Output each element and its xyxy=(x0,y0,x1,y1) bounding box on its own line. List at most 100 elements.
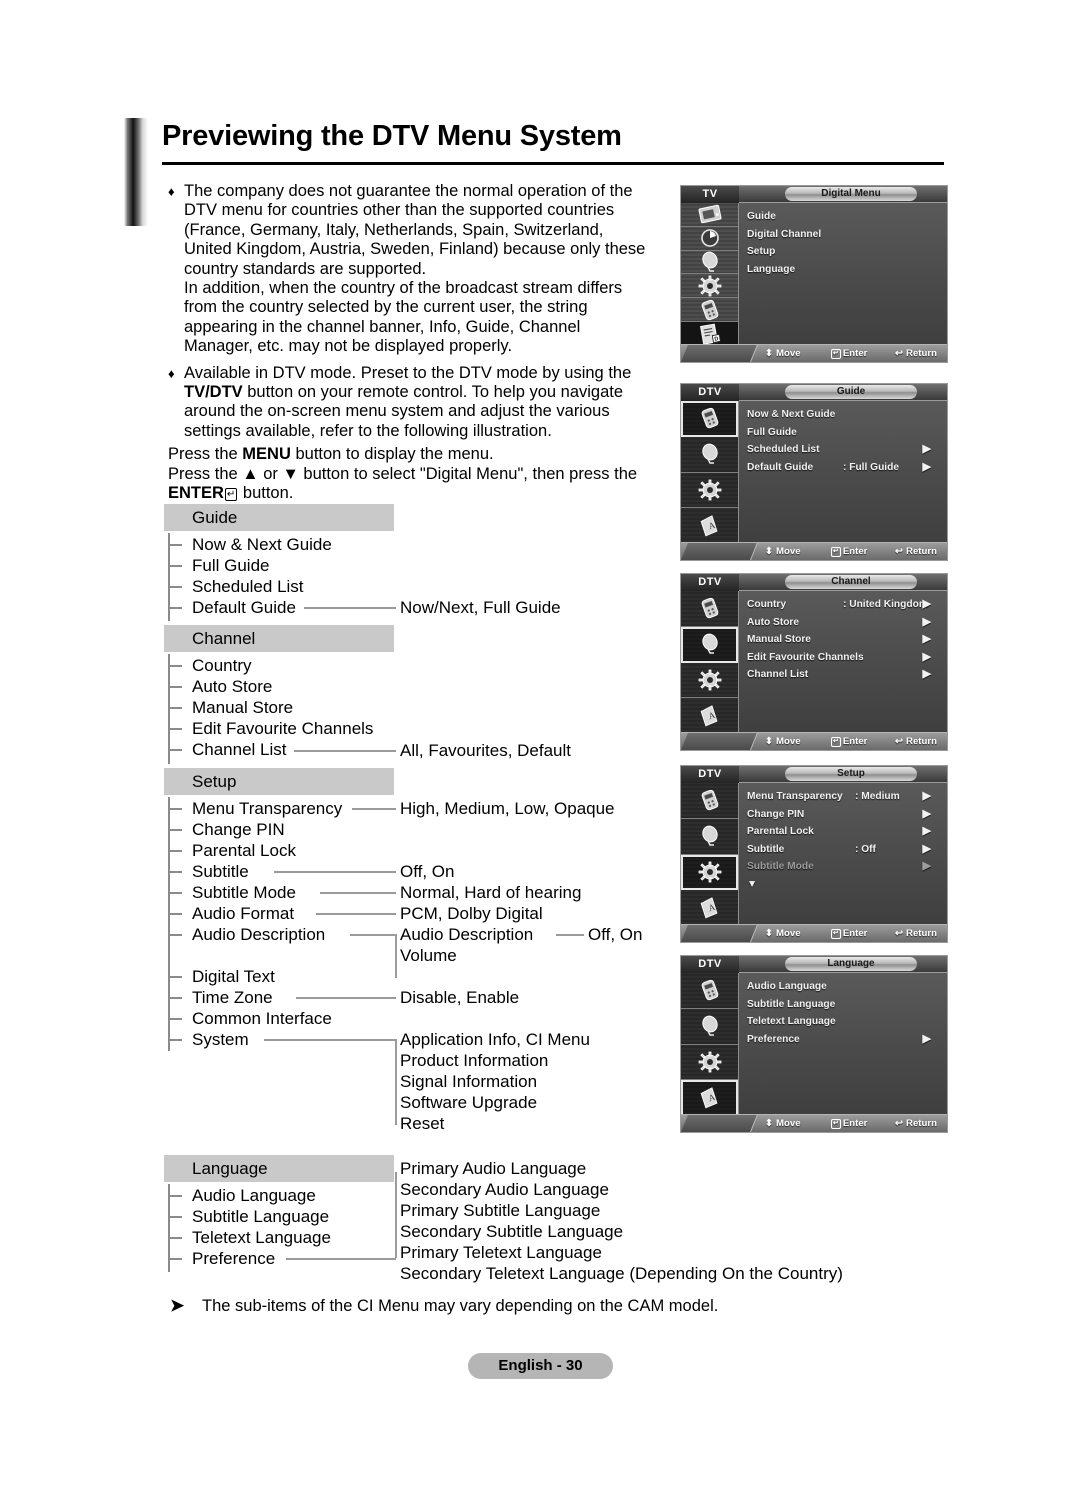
osd-title: Language xyxy=(785,957,917,971)
osd-menu-item[interactable]: ▼ xyxy=(747,876,941,894)
branch-tick xyxy=(168,1039,182,1041)
tree-sub-preference: Primary Subtitle Language xyxy=(400,1201,601,1220)
tree-leaf-label: Menu Transparency xyxy=(192,799,343,818)
osd-hint-enter-label: Enter xyxy=(842,1118,868,1129)
tree-sub-preference: Primary Teletext Language xyxy=(400,1243,602,1262)
osd-menu-item[interactable]: Guide xyxy=(747,208,941,226)
enter-key-icon: ↵ xyxy=(831,349,841,359)
osd-menu-item[interactable]: Country: United Kingdom ▶ xyxy=(747,596,941,614)
audio-description-sub-spine xyxy=(395,934,397,978)
chevron-right-icon[interactable]: ▶ xyxy=(923,1031,931,1049)
chevron-right-icon[interactable]: ▶ xyxy=(923,441,931,459)
tree-value-digital-text: Disable, Enable xyxy=(400,988,520,1007)
remote-icon[interactable] xyxy=(681,783,738,819)
lang-icon[interactable]: A xyxy=(681,890,738,926)
osd-menu-item-label: Language xyxy=(747,263,796,275)
osd-menu-item[interactable]: Subtitle: Off ▶ xyxy=(747,841,941,859)
remote-icon[interactable] xyxy=(681,401,738,437)
chevron-right-icon[interactable]: ▶ xyxy=(923,631,931,649)
osd-menu-item[interactable]: Subtitle Language xyxy=(747,996,941,1014)
lang-icon[interactable]: A xyxy=(681,1080,738,1116)
gear-icon[interactable] xyxy=(681,1045,738,1081)
tree-leaf-label: Audio Language xyxy=(192,1186,316,1205)
osd-menu-item[interactable]: Change PIN ▶ xyxy=(747,806,941,824)
remote-icon[interactable] xyxy=(681,591,738,627)
branch-tick xyxy=(168,1237,182,1239)
dish-icon[interactable] xyxy=(681,437,738,473)
osd-menu-item[interactable]: Full Guide xyxy=(747,424,941,442)
dish-icon[interactable] xyxy=(681,1009,738,1045)
gear-icon[interactable] xyxy=(681,854,738,891)
osd-screen-digital-menu: TV Digital Menu D Guide Digital Channel Setup… xyxy=(680,185,948,363)
osd-hint-enter-label: Enter xyxy=(842,928,868,939)
tree-sub-preference: Primary Audio Language xyxy=(400,1159,587,1178)
osd-menu-item[interactable]: Setup xyxy=(747,243,941,261)
osd-hint-return: ↩ Return xyxy=(895,543,937,560)
chevron-right-icon[interactable]: ▶ xyxy=(923,649,931,667)
chevron-right-icon[interactable]: ▶ xyxy=(923,806,931,824)
bullet-paragraph-2: ♦ Available in DTV mode. Preset to the D… xyxy=(168,364,668,442)
osd-menu-item[interactable]: Teletext Language xyxy=(747,1013,941,1031)
enter-key-icon: ↵ xyxy=(831,737,841,747)
chevron-right-icon[interactable]: ▶ xyxy=(923,788,931,806)
osd-menu-item[interactable]: Auto Store ▶ xyxy=(747,614,941,632)
osd-menu-item[interactable]: Edit Favourite Channels ▶ xyxy=(747,649,941,667)
tree-leaf-label: System xyxy=(192,1030,249,1049)
clock-icon[interactable] xyxy=(681,227,738,251)
osd-menu-item[interactable]: Digital Channel xyxy=(747,226,941,244)
tv-icon[interactable] xyxy=(681,203,738,227)
osd-menu-item[interactable]: Channel List ▶ xyxy=(747,666,941,684)
osd-menu-item[interactable]: Preference ▶ xyxy=(747,1031,941,1049)
intro-line: country standards are supported. xyxy=(184,259,427,278)
chevron-right-icon[interactable]: ▶ xyxy=(923,596,931,614)
osd-menu-item[interactable]: Scheduled List ▶ xyxy=(747,441,941,459)
osd-mode-label: DTV xyxy=(681,384,739,401)
gear-icon[interactable] xyxy=(681,274,738,299)
preference-sub-spine xyxy=(395,1172,397,1258)
osd-bottom-notch xyxy=(681,1115,758,1132)
tree-connector xyxy=(304,607,396,609)
intro-line: TV/DTV button on your remote control. To… xyxy=(184,383,668,402)
lang-icon[interactable]: A xyxy=(681,698,738,734)
osd-menu-item-label: Manual Store xyxy=(747,634,811,645)
chevron-right-icon[interactable]: ▶ xyxy=(923,823,931,841)
lang-icon[interactable]: A xyxy=(681,508,738,544)
osd-menu-item-label: Parental Lock xyxy=(747,826,814,837)
chevron-right-icon[interactable]: ▶ xyxy=(923,858,931,876)
doc-icon[interactable]: D xyxy=(681,322,738,346)
remote-icon[interactable] xyxy=(681,973,738,1009)
dish-icon[interactable] xyxy=(681,626,738,663)
chevron-right-icon[interactable]: ▶ xyxy=(923,459,931,477)
tree-sub-preference: Secondary Subtitle Language xyxy=(400,1222,624,1241)
instruction-line-2: Press the ▲ or ▼ button to select "Digit… xyxy=(168,465,668,484)
remote-icon[interactable] xyxy=(681,298,738,323)
osd-title: Digital Menu xyxy=(785,187,917,201)
osd-menu-item[interactable]: Now & Next Guide xyxy=(747,406,941,424)
osd-hint-move-label: Move xyxy=(776,736,801,747)
osd-bottom-bar: ⬍ Move ↵ Enter ↩ Return xyxy=(681,542,947,560)
osd-menu-item-value: : Full Guide xyxy=(843,461,900,473)
osd-menu-item[interactable]: Audio Language xyxy=(747,978,941,996)
osd-menu-item[interactable]: Subtitle Mode ▶ xyxy=(747,858,941,876)
chevron-right-icon[interactable]: ▶ xyxy=(923,614,931,632)
osd-menu-item-label: ▼ xyxy=(747,878,758,890)
chevron-right-icon[interactable]: ▶ xyxy=(923,841,931,859)
osd-menu-item[interactable]: Manual Store ▶ xyxy=(747,631,941,649)
tree-sub-volume: Volume xyxy=(400,946,457,965)
gear-icon[interactable] xyxy=(681,473,738,509)
system-sub-spine xyxy=(395,1039,397,1125)
bullet-paragraph-1: ♦ The company does not guarantee the nor… xyxy=(168,182,668,357)
dish-icon[interactable] xyxy=(681,251,738,275)
chevron-right-icon[interactable]: ▶ xyxy=(923,666,931,684)
osd-menu-item[interactable]: Menu Transparency: Medium ▶ xyxy=(747,788,941,806)
osd-menu-item[interactable]: Default Guide: Full Guide ▶ xyxy=(747,459,941,477)
branch-tick xyxy=(168,1018,182,1020)
branch-tick xyxy=(168,586,182,588)
osd-icon-sidebar: A xyxy=(681,783,739,926)
osd-menu-item[interactable]: Language xyxy=(747,261,941,279)
intro-line: In addition, when the country of the bro… xyxy=(184,279,623,298)
branch-tick xyxy=(168,728,182,730)
osd-menu-item[interactable]: Parental Lock ▶ xyxy=(747,823,941,841)
gear-icon[interactable] xyxy=(681,663,738,699)
dish-icon[interactable] xyxy=(681,819,738,855)
